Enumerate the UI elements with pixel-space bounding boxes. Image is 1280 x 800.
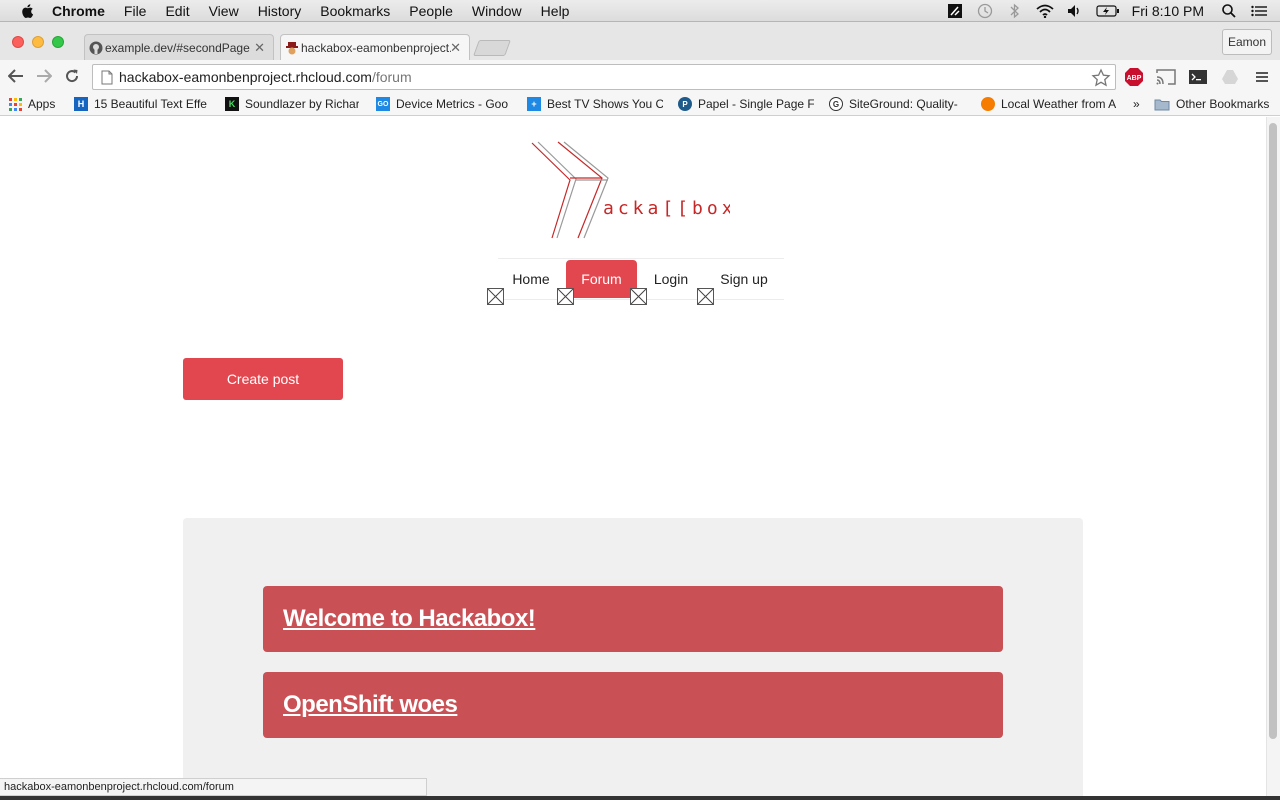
chrome-menu-icon[interactable] xyxy=(1251,66,1273,88)
bookmark-label: Best TV Shows You C xyxy=(547,97,663,111)
menu-history[interactable]: History xyxy=(258,3,302,19)
back-arrow-icon[interactable] xyxy=(6,66,26,86)
menu-chrome[interactable]: Chrome xyxy=(52,3,105,19)
plus-icon: + xyxy=(527,97,541,111)
tab-example-dev[interactable]: example.dev/#secondPage ✕ xyxy=(84,34,274,60)
link-status-bubble: hackabox-eamonbenproject.rhcloud.com/for… xyxy=(0,778,427,796)
apple-icon[interactable] xyxy=(20,3,36,19)
bookmark-papel[interactable]: P Papel - Single Page F xyxy=(678,96,814,112)
menu-help[interactable]: Help xyxy=(541,3,570,19)
scrollbar-thumb[interactable] xyxy=(1269,123,1277,739)
tab-hackabox-forum[interactable]: hackabox-eamonbenproject.rhcloud.com/for… xyxy=(280,34,470,60)
wifi-icon[interactable] xyxy=(1036,3,1054,19)
bookmark-label: » xyxy=(1133,97,1140,111)
github-favicon-icon xyxy=(89,41,103,55)
spotlight-search-icon[interactable] xyxy=(1220,3,1238,19)
zoom-window-button[interactable] xyxy=(52,36,64,48)
nav-forum[interactable]: Forum xyxy=(566,260,637,298)
h-icon: H xyxy=(74,97,88,111)
broken-image-icon xyxy=(487,288,504,305)
papel-icon: P xyxy=(678,97,692,111)
post-title-link[interactable]: Welcome to Hackabox! xyxy=(283,605,536,633)
hackabox-favicon-icon xyxy=(286,42,298,55)
tab-close-icon[interactable]: ✕ xyxy=(450,40,461,56)
tab-close-icon[interactable]: ✕ xyxy=(254,40,265,56)
nav-login[interactable]: Login xyxy=(640,260,702,298)
profile-button[interactable]: Eamon xyxy=(1222,29,1272,55)
tab-title: hackabox-eamonbenproject.rhcloud.com/for… xyxy=(301,40,451,55)
cast-icon[interactable] xyxy=(1155,66,1177,88)
post-card[interactable]: Welcome to Hackabox! xyxy=(263,586,1003,652)
go-icon: GO xyxy=(376,97,390,111)
apps-grid-icon xyxy=(8,97,22,111)
address-bar[interactable]: hackabox-eamonbenproject.rhcloud.com/for… xyxy=(92,64,1116,90)
bluetooth-icon[interactable] xyxy=(1006,3,1024,19)
siteground-icon: G xyxy=(829,97,843,111)
menu-bookmarks[interactable]: Bookmarks xyxy=(320,3,390,19)
bookmark-soundlazer[interactable]: K Soundlazer by Richar xyxy=(225,96,359,112)
adblock-plus-icon[interactable]: ABP xyxy=(1123,66,1145,88)
macos-menu-bar: Chrome File Edit View History Bookmarks … xyxy=(0,0,1280,22)
bookmark-label: Device Metrics - Goo xyxy=(396,97,509,111)
minimize-window-button[interactable] xyxy=(32,36,44,48)
weather-icon xyxy=(981,97,995,111)
menu-view[interactable]: View xyxy=(209,3,239,19)
terminal-extension-icon[interactable] xyxy=(1187,66,1209,88)
bookmark-label: Other Bookmarks xyxy=(1176,97,1270,111)
broken-image-icon xyxy=(557,288,574,305)
k-icon: K xyxy=(225,97,239,111)
url-host: hackabox-eamonbenproject.rhcloud.com xyxy=(119,69,372,85)
battery-icon[interactable] xyxy=(1096,3,1120,19)
bookmark-best-tv-shows[interactable]: + Best TV Shows You C xyxy=(527,96,663,112)
bookmark-text-effects[interactable]: H 15 Beautiful Text Effe xyxy=(74,96,210,112)
menu-file[interactable]: File xyxy=(124,3,147,19)
notification-center-icon[interactable] xyxy=(1250,3,1268,19)
bookmarks-overflow-chevron[interactable]: » xyxy=(1133,96,1145,112)
nav-sign-up[interactable]: Sign up xyxy=(706,260,782,298)
post-title-link[interactable]: OpenShift woes xyxy=(283,691,458,719)
volume-icon[interactable] xyxy=(1066,3,1084,19)
bookmark-siteground[interactable]: G SiteGround: Quality- xyxy=(829,96,965,112)
menu-clock[interactable]: Fri 8:10 PM xyxy=(1132,3,1204,19)
folder-icon xyxy=(1154,97,1170,111)
svg-text:ABP: ABP xyxy=(1127,75,1142,82)
menu-people[interactable]: People xyxy=(409,3,453,19)
forum-posts-panel xyxy=(183,518,1083,800)
bookmarks-bar: Apps H 15 Beautiful Text Effe K Soundlaz… xyxy=(0,92,1280,116)
bookmark-label: SiteGround: Quality- xyxy=(849,97,958,111)
menu-edit[interactable]: Edit xyxy=(165,3,189,19)
bookmark-label: 15 Beautiful Text Effe xyxy=(94,97,207,111)
time-machine-icon[interactable] xyxy=(976,3,994,19)
bookmark-local-weather[interactable]: Local Weather from A xyxy=(981,96,1119,112)
logo-text: acka[[box]] xyxy=(603,198,730,219)
bookmark-label: Local Weather from A xyxy=(1001,97,1117,111)
new-tab-button[interactable] xyxy=(473,40,511,56)
bookmark-label: Papel - Single Page F xyxy=(698,97,814,111)
hackabox-logo[interactable]: acka[[box]] xyxy=(530,140,762,240)
bookmark-other-bookmarks[interactable]: Other Bookmarks xyxy=(1154,96,1278,112)
tab-title: example.dev/#secondPage xyxy=(105,40,250,55)
menu-window[interactable]: Window xyxy=(472,3,522,19)
broken-image-icon xyxy=(697,288,714,305)
bookmark-label: Soundlazer by Richar xyxy=(245,97,359,111)
desktop-strip xyxy=(0,796,1280,800)
nav-home[interactable]: Home xyxy=(498,260,564,298)
close-window-button[interactable] xyxy=(12,36,24,48)
script-icon[interactable] xyxy=(946,3,964,19)
page-icon xyxy=(101,70,113,85)
broken-image-icon xyxy=(630,288,647,305)
forward-arrow-icon[interactable] xyxy=(34,66,54,86)
url-path: /forum xyxy=(371,69,412,85)
drive-extension-icon[interactable] xyxy=(1219,66,1241,88)
reload-icon[interactable] xyxy=(62,66,82,86)
bookmark-star-icon[interactable] xyxy=(1091,68,1111,88)
create-post-button[interactable]: Create post xyxy=(183,358,343,400)
bookmark-apps[interactable]: Apps xyxy=(8,96,60,112)
bookmark-device-metrics[interactable]: GO Device Metrics - Goo xyxy=(376,96,512,112)
post-card[interactable]: OpenShift woes xyxy=(263,672,1003,738)
bookmark-label: Apps xyxy=(28,97,56,111)
